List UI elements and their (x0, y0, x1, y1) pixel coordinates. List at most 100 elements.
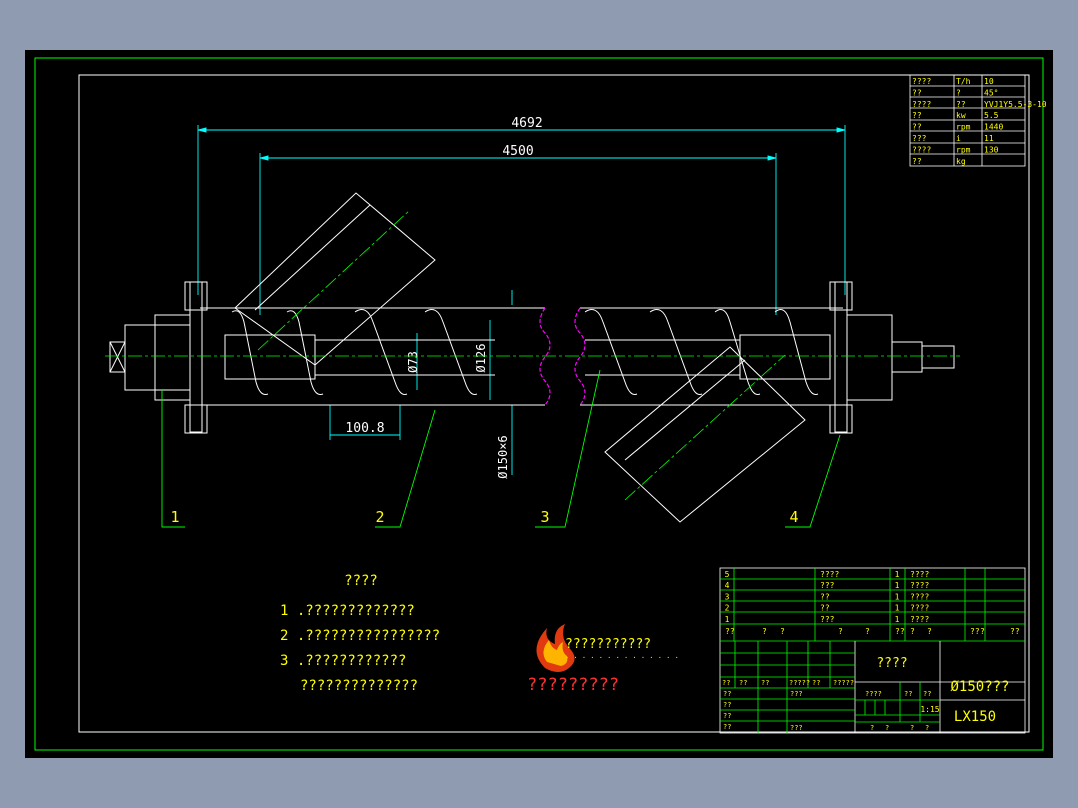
dim-4692: 4692 (511, 116, 542, 131)
spec-cell: ???? (912, 100, 931, 109)
spec-cell: rpm (956, 123, 971, 132)
dimension-lines (197, 125, 846, 475)
parts-row-qty: 1 (895, 570, 900, 579)
tb-sheet-label: ? (885, 724, 889, 732)
spec-cell: 11 (984, 134, 994, 143)
tb-row-label: ????? (833, 679, 854, 687)
note-2: 2 .???????????????? (280, 628, 440, 644)
spec-cell: 10 (984, 77, 994, 86)
parts-row-mat: ???? (910, 592, 929, 601)
screw-flights (231, 309, 819, 395)
parts-row-no: 5 (725, 570, 730, 579)
spec-cell: ??? (912, 134, 927, 143)
parts-row-name: ?? (820, 604, 830, 613)
note-3: 3 .???????????? (280, 653, 406, 669)
spec-table-text: ???? T/h 10??? 45°?????? YVJ1Y5.5-3-10?? kw 5.… (912, 77, 1047, 166)
parts-row-qty: 1 (895, 604, 900, 613)
spec-cell: 45° (984, 88, 998, 97)
note-1: 1 .????????????? (280, 603, 415, 619)
tb-sheet-label: ? (925, 724, 929, 732)
part-label-3: 3 (540, 508, 549, 526)
spec-cell: 1440 (984, 123, 1003, 132)
inner-frame (78, 74, 1030, 733)
watermark-logo: ??????????? · · · · · · · · · · · · · · … (527, 624, 679, 695)
spec-cell: ???? (912, 77, 931, 86)
parts-row-no: 1 (725, 615, 730, 624)
part-labels: 1 2 3 4 (170, 508, 798, 526)
spec-cell: ? (956, 88, 961, 97)
company-name: ???? (876, 656, 907, 671)
parts-header: ? (762, 627, 767, 636)
dim-tube-diameter: Ø150×6 (496, 435, 510, 478)
part-label-4: 4 (789, 508, 798, 526)
scale-value: 1:15 (920, 705, 939, 714)
technical-notes: ???? 1 .????????????? 2 .???????????????… (280, 573, 440, 694)
parts-header: ? (910, 627, 915, 636)
note-4: ?????????????? (300, 678, 418, 694)
tb-row-label: ?? (761, 679, 769, 687)
tb-left-label: ?? (723, 712, 731, 720)
parts-row-name: ??? (820, 581, 835, 590)
spec-cell: ?? (912, 123, 922, 132)
parts-row-qty: 1 (895, 592, 900, 601)
spec-cell: ?? (912, 157, 922, 166)
parts-header: ? (980, 627, 985, 636)
spec-cell: 130 (984, 145, 999, 154)
screw-conveyor-drawing: ???? T/h 10??? 45°?????? YVJ1Y5.5-3-10?? kw 5.… (34, 57, 1047, 751)
tb-extra-2: ??? (790, 724, 803, 732)
spec-cell: YVJ1Y5.5-3-10 (984, 100, 1047, 109)
dim-4500: 4500 (502, 144, 533, 159)
spec-cell: ?? (956, 100, 966, 109)
dim-shaft-diameter: Ø73 (406, 351, 420, 373)
break-lines (539, 307, 586, 406)
title-block-parts: 5???? 1 ????4??? 1 ????3?? 1 ????2?? 1 ????1??? 1… (722, 570, 1020, 732)
tb-scale-label: ???? (865, 690, 882, 698)
spec-cell: kg (956, 157, 966, 166)
cad-viewport[interactable]: ???? T/h 10??? 45°?????? YVJ1Y5.5-3-10?? kw 5.… (25, 50, 1053, 758)
parts-row-mat: ???? (910, 615, 929, 624)
parts-header: ?? (725, 627, 735, 636)
parts-row-qty: 1 (895, 581, 900, 590)
spec-cell: 5.5 (984, 111, 999, 120)
parts-row-name: ?? (820, 592, 830, 601)
drawing-code: LX150 (954, 709, 996, 725)
tb-scale-label: ?? (923, 690, 931, 698)
drawing-name: Ø150??? (950, 679, 1009, 695)
parts-row-no: 2 (725, 604, 730, 613)
tb-left-label: ?? (723, 690, 731, 698)
tb-row-label: ?? (739, 679, 747, 687)
centerlines (105, 209, 960, 501)
parts-header: ? (838, 627, 843, 636)
tb-row-label: ?? (812, 679, 820, 687)
tb-row-label: ?? (722, 679, 730, 687)
parts-header: ?? (895, 627, 905, 636)
spec-cell: rpm (956, 145, 971, 154)
tb-sheet-label: ? (910, 724, 914, 732)
parts-header: ?? (970, 627, 980, 636)
tb-row-label: ????? (789, 679, 810, 687)
watermark-line-2: ????????? (527, 675, 619, 695)
parts-row-name: ??? (820, 615, 835, 624)
dim-pitch: 100.8 (345, 421, 384, 436)
parts-header: ? (780, 627, 785, 636)
watermark-line-1: ??????????? (565, 637, 651, 652)
part-label-1: 1 (170, 508, 179, 526)
parts-row-no: 3 (725, 592, 730, 601)
notes-title: ???? (344, 573, 378, 589)
parts-row-no: 4 (725, 581, 730, 590)
spec-cell: T/h (956, 77, 971, 86)
spec-cell: ?? (912, 111, 922, 120)
tb-left-label: ?? (723, 701, 731, 709)
parts-row-qty: 1 (895, 615, 900, 624)
spec-cell: ?? (912, 88, 922, 97)
parts-row-mat: ???? (910, 581, 929, 590)
tb-left-label: ?? (723, 723, 731, 731)
tb-scale-label: ?? (904, 690, 912, 698)
parts-row-name: ???? (820, 570, 839, 579)
part-label-2: 2 (375, 508, 384, 526)
dim-flight-diameter: Ø126 (474, 344, 488, 373)
parts-header: ? (865, 627, 870, 636)
tb-extra-1: ??? (790, 690, 803, 698)
parts-header: ?? (1010, 627, 1020, 636)
spec-cell: i (956, 134, 961, 143)
